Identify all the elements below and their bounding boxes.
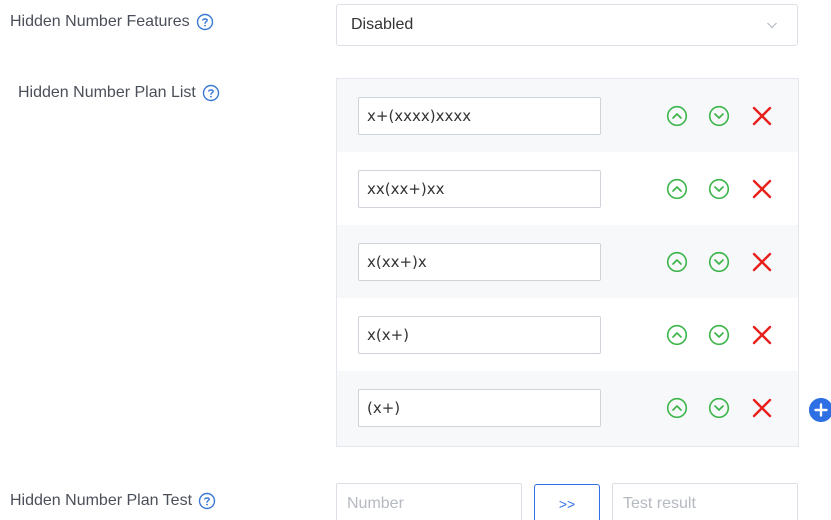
plan-row: xx(xx+)xx (337, 152, 798, 225)
delete-icon[interactable] (751, 178, 773, 200)
features-label-text: Hidden Number Features (10, 13, 190, 30)
delete-icon[interactable] (751, 397, 773, 419)
test-button[interactable]: >> (534, 484, 600, 520)
features-select[interactable]: Disabled (336, 4, 798, 46)
hidden-number-settings: Hidden Number Features Disabled Hidden N… (0, 0, 831, 520)
move-down-icon[interactable] (708, 251, 730, 273)
plan-test-label: Hidden Number Plan Test (10, 492, 216, 510)
plan-row: (x+) (337, 371, 798, 444)
plan-list-label-text: Hidden Number Plan List (18, 84, 196, 101)
plan-input[interactable]: xx(xx+)xx (358, 170, 601, 208)
delete-icon[interactable] (751, 105, 773, 127)
move-down-icon[interactable] (708, 397, 730, 419)
plan-input[interactable]: x(x+) (358, 316, 601, 354)
move-up-icon[interactable] (666, 105, 688, 127)
add-icon[interactable] (809, 398, 831, 422)
features-select-value: Disabled (351, 16, 414, 33)
move-down-icon[interactable] (708, 178, 730, 200)
plan-row: x(xx+)x (337, 225, 798, 298)
help-icon[interactable] (196, 13, 214, 31)
plan-list: x+(xxxx)xxxx xx(xx+)xx x(xx+)x x(x+) (x+… (336, 78, 799, 447)
plan-input[interactable]: x+(xxxx)xxxx (358, 97, 601, 135)
help-icon[interactable] (198, 492, 216, 510)
delete-icon[interactable] (751, 251, 773, 273)
test-result-field: Test result (612, 483, 798, 520)
move-up-icon[interactable] (666, 178, 688, 200)
plan-list-label: Hidden Number Plan List (18, 84, 220, 102)
move-up-icon[interactable] (666, 397, 688, 419)
plan-input[interactable]: x(xx+)x (358, 243, 601, 281)
move-down-icon[interactable] (708, 324, 730, 346)
plan-input[interactable]: (x+) (358, 389, 601, 427)
chevron-down-icon (767, 22, 777, 29)
test-number-input[interactable]: Number (336, 483, 522, 520)
move-up-icon[interactable] (666, 324, 688, 346)
move-up-icon[interactable] (666, 251, 688, 273)
features-label: Hidden Number Features (10, 13, 214, 31)
plan-row: x+(xxxx)xxxx (337, 79, 798, 152)
move-down-icon[interactable] (708, 105, 730, 127)
help-icon[interactable] (202, 84, 220, 102)
plan-row: x(x+) (337, 298, 798, 371)
delete-icon[interactable] (751, 324, 773, 346)
plan-test-label-text: Hidden Number Plan Test (10, 492, 193, 509)
